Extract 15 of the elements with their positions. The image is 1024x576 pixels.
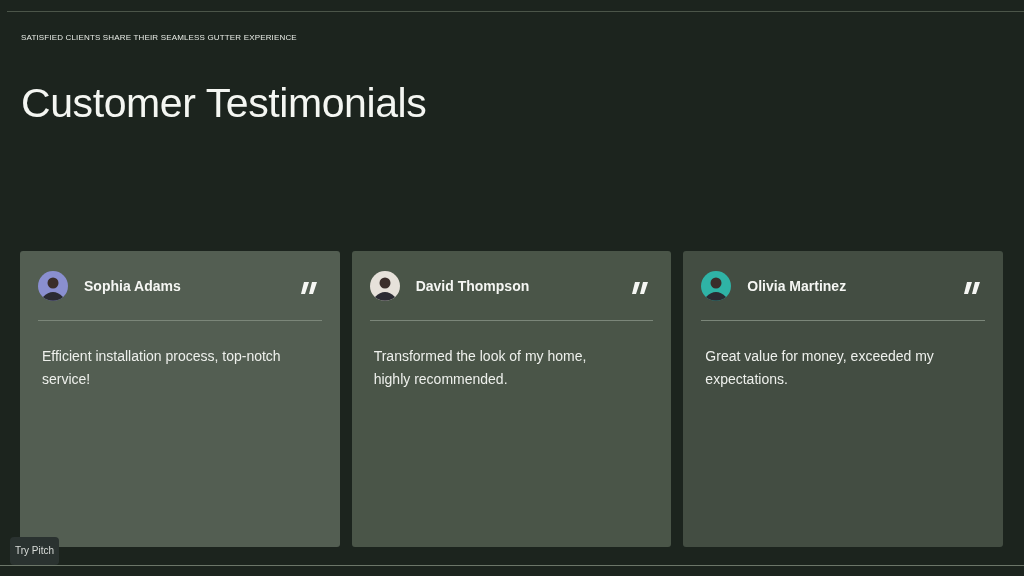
testimonial-quote: Transformed the look of my home, highly recommended. <box>372 347 588 389</box>
testimonial-quote: Great value for money, exceeded my expectations. <box>704 347 935 389</box>
quote-mark-icon <box>964 281 980 294</box>
client-name: Sophia Adams <box>84 276 181 296</box>
avatar-icon <box>38 271 68 301</box>
client-name: Olivia Martinez <box>747 276 847 296</box>
try-pitch-badge[interactable]: Try Pitch <box>10 537 60 565</box>
testimonial-quote: Efficient installation process, top-notch service! <box>41 347 282 389</box>
eyebrow-text: SATISFIED CLIENTS SHARE THEIR SEAMLESS GUTTER EXPERIENCE <box>21 32 298 43</box>
quote-mark-icon <box>300 281 317 294</box>
quote-mark-icon <box>632 281 649 294</box>
page-title: Customer Testimonials <box>21 79 428 127</box>
avatar-icon <box>369 271 400 301</box>
client-name: David Thompson <box>415 276 530 296</box>
avatar-icon <box>701 271 732 301</box>
